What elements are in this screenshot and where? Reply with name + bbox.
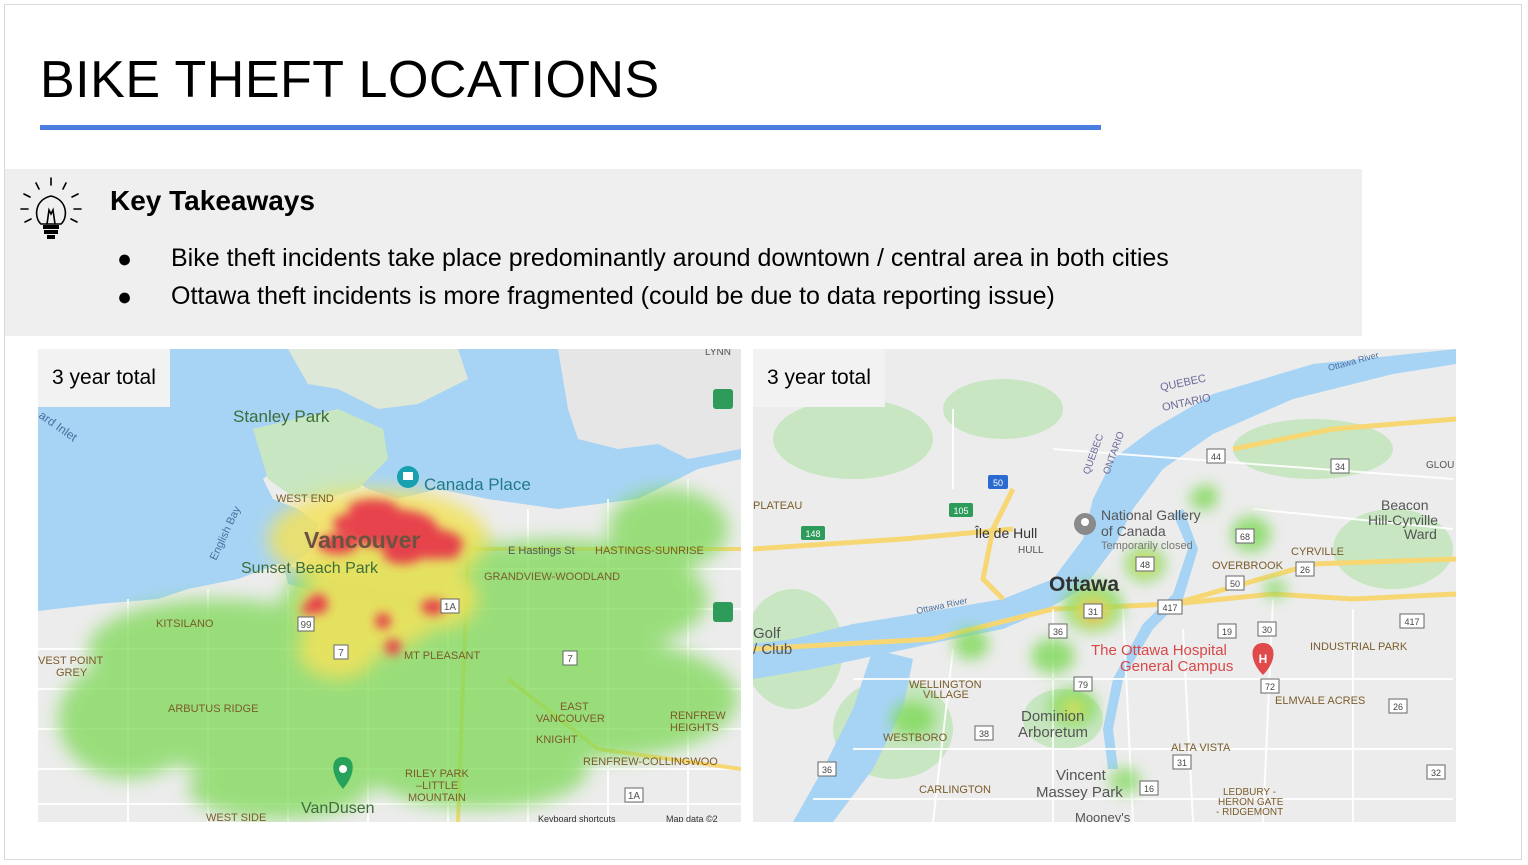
- route-shield: 31: [1088, 607, 1098, 617]
- route-shield: 50: [993, 478, 1003, 488]
- map-label-dominion-arboretum-2: Arboretum: [1018, 724, 1088, 741]
- map-label-plateau: PLATEAU: [753, 500, 802, 512]
- map-label-riley-park-2: –LITTLE: [416, 780, 458, 792]
- map-label-canada-place: Canada Place: [424, 475, 531, 494]
- map-label-riley-park: RILEY PARK: [405, 768, 469, 780]
- map-label-temporarily-closed: Temporarily closed: [1101, 540, 1193, 552]
- map-label-kitsilano: KITSILANO: [156, 618, 214, 630]
- map-label-west-side: WEST SIDE: [206, 812, 266, 822]
- map-label-alta-vista: ALTA VISTA: [1171, 742, 1231, 754]
- map-label-east-van-2: VANCOUVER: [536, 713, 605, 725]
- route-shield: 16: [1144, 784, 1154, 794]
- title-underline: [40, 125, 1101, 130]
- route-shield: 1A: [628, 791, 641, 802]
- map-label-hastings-sunrise: HASTINGS-SUNRISE: [595, 545, 704, 557]
- map-keyboard-shortcuts: Keyboard shortcuts: [538, 814, 616, 822]
- map-label-ottawa: Ottawa: [1049, 573, 1119, 596]
- map-label-westboro: WESTBORO: [883, 732, 948, 744]
- map-label-cyrville: CYRVILLE: [1291, 546, 1344, 558]
- map-label-golf: Golf: [753, 625, 781, 642]
- map-label-sunset-beach: Sunset Beach Park: [241, 560, 379, 577]
- map-label-mt-pleasant: MT PLEASANT: [404, 650, 480, 662]
- bullet-marker: ●: [117, 245, 133, 273]
- route-shield: 44: [1211, 452, 1221, 462]
- ottawa-heatmap[interactable]: H 50 105 148 44 34 68 48 50 26 417 19 30…: [753, 349, 1456, 822]
- route-shield: 26: [1300, 565, 1310, 575]
- map-label-beacon-hill: Beacon: [1381, 497, 1428, 513]
- map-label-knight: KNIGHT: [536, 734, 578, 746]
- map-label-ridgemont: - RIDGEMONT: [1216, 807, 1283, 818]
- map-label-carlington: CARLINGTON: [919, 784, 991, 796]
- map-label-general-campus: General Campus: [1120, 658, 1233, 675]
- takeaway-bullet-1: Bike theft incidents take place predomin…: [171, 244, 1169, 272]
- map-label-renfrew-2: HEIGHTS: [670, 722, 719, 734]
- map-label-golf-2: / Club: [753, 641, 792, 658]
- map-badge-ottawa: 3 year total: [753, 349, 885, 407]
- route-shield: 105: [953, 506, 968, 516]
- map-label-riley-park-3: MOUNTAIN: [408, 792, 466, 804]
- map-label-arbutus: ARBUTUS RIDGE: [168, 703, 258, 715]
- map-label-beacon-hill-3: Ward: [1404, 526, 1437, 542]
- map-label-hull: HULL: [1018, 545, 1044, 556]
- route-shield: 72: [1265, 682, 1275, 692]
- map-attribution: Map data ©2: [666, 814, 718, 822]
- route-shield: 50: [1230, 579, 1240, 589]
- map-label-national-gallery-2: of Canada: [1101, 523, 1166, 539]
- map-label-industrial-park: INDUSTRIAL PARK: [1310, 641, 1408, 653]
- route-shield: 7: [567, 654, 573, 665]
- map-label-east-van: EAST: [560, 701, 589, 713]
- route-shield: 31: [1177, 758, 1187, 768]
- map-label-west-point-grey: VEST POINT: [38, 655, 103, 667]
- lightbulb-icon: [20, 177, 82, 239]
- gallery-pin-icon: [1074, 513, 1096, 535]
- map-badge-vancouver: 3 year total: [38, 349, 170, 407]
- route-shield: 48: [1140, 560, 1150, 570]
- takeaways-heading: Key Takeaways: [110, 185, 315, 216]
- map-label-lynn: LYNN: [705, 349, 731, 358]
- map-label-national-gallery: National Gallery: [1101, 507, 1201, 523]
- route-shield: 30: [1262, 625, 1272, 635]
- route-shield: 7: [338, 648, 344, 659]
- map-label-hastings: E Hastings St: [508, 545, 575, 557]
- svg-text:H: H: [1259, 652, 1268, 666]
- takeaway-bullet-2: Ottawa theft incidents is more fragmente…: [171, 282, 1055, 310]
- slide-title: BIKE THEFT LOCATIONS: [40, 51, 660, 109]
- route-shield: 36: [1053, 627, 1063, 637]
- map-label-glou: GLOU: [1426, 460, 1454, 471]
- map-label-renfrew: RENFREW: [670, 710, 726, 722]
- route-shield: 417: [1162, 603, 1177, 613]
- map-label-wellington-village-2: VILLAGE: [923, 689, 969, 701]
- map-label-vincent-massey-2: Massey Park: [1036, 784, 1123, 801]
- route-shield: 148: [805, 529, 820, 539]
- map-label-vincent-massey: Vincent: [1056, 767, 1107, 784]
- map-label-ottawa-hospital: The Ottawa Hospital: [1091, 642, 1227, 659]
- map-label-overbrook: OVERBROOK: [1212, 560, 1284, 572]
- map-label-west-end: WEST END: [276, 493, 334, 505]
- bullet-marker: ●: [117, 283, 133, 311]
- map-label-grandview: GRANDVIEW-WOODLAND: [484, 571, 620, 583]
- map-label-mooneys: Mooney's: [1075, 810, 1131, 822]
- route-shield: 417: [1404, 617, 1419, 627]
- map-label-ile-de-hull: Île de Hull: [974, 525, 1037, 541]
- route-shield: 26: [1393, 702, 1403, 712]
- route-shield: 19: [1222, 627, 1232, 637]
- map-label-stanley-park: Stanley Park: [233, 407, 330, 426]
- map-label-dominion-arboretum: Dominion: [1021, 708, 1084, 725]
- route-shield: 34: [1335, 462, 1345, 472]
- route-shield: 38: [979, 729, 989, 739]
- canada-place-pin-icon: [397, 466, 419, 488]
- map-label-renfrew-collingwood: RENFREW-COLLINGWOO: [583, 756, 718, 768]
- route-shield: 79: [1078, 680, 1088, 690]
- map-label-elmvale-acres: ELMVALE ACRES: [1275, 695, 1365, 707]
- route-shield: 1A: [444, 602, 457, 613]
- vancouver-heatmap[interactable]: 99 7 1A 7 1A Stanley Park Canada Place W…: [38, 349, 741, 822]
- route-shield: 36: [822, 765, 832, 775]
- map-label-vancouver: Vancouver: [304, 527, 420, 553]
- map-label-vandusen: VanDusen: [301, 800, 375, 817]
- route-shield: 32: [1431, 768, 1441, 778]
- map-label-west-point-grey-2: GREY: [56, 667, 88, 679]
- route-shield: 99: [300, 620, 312, 631]
- route-shield: 68: [1240, 532, 1250, 542]
